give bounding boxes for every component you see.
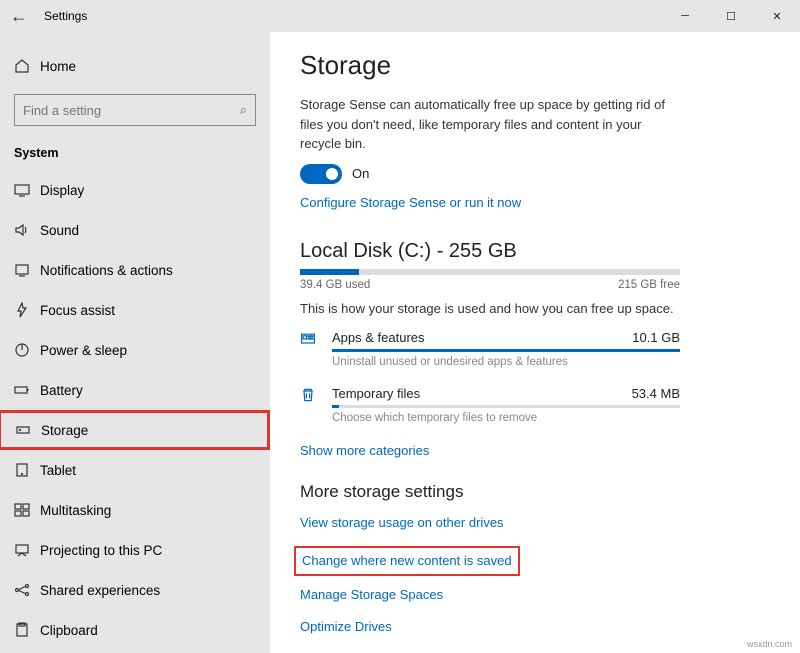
- view-storage-other-drives-link[interactable]: View storage usage on other drives: [300, 515, 504, 530]
- configure-storage-sense-link[interactable]: Configure Storage Sense or run it now: [300, 195, 521, 210]
- category-bar: [332, 405, 680, 408]
- battery-icon: [14, 382, 40, 398]
- nav-label: Projecting to this PC: [40, 543, 162, 558]
- sidebar-item-focus-assist[interactable]: Focus assist: [0, 290, 270, 330]
- show-more-categories-link[interactable]: Show more categories: [300, 443, 429, 458]
- disk-used-label: 39.4 GB used: [300, 279, 370, 291]
- content: Storage Storage Sense can automatically …: [270, 32, 800, 653]
- nav-label: Display: [40, 183, 84, 198]
- category-apps[interactable]: Apps & features 10.1 GB Uninstall unused…: [300, 330, 680, 368]
- search-input[interactable]: [23, 103, 240, 118]
- power-icon: [14, 342, 40, 358]
- sidebar-item-sound[interactable]: Sound: [0, 210, 270, 250]
- trash-icon: [300, 386, 332, 408]
- nav-label: Multitasking: [40, 503, 111, 518]
- category-bar: [332, 349, 680, 352]
- nav-label: Storage: [41, 423, 88, 438]
- page-title: Storage: [300, 50, 770, 81]
- close-button[interactable]: ✕: [754, 0, 800, 32]
- category-temp-files[interactable]: Temporary files 53.4 MB Choose which tem…: [300, 386, 680, 424]
- sidebar-item-notifications[interactable]: Notifications & actions: [0, 250, 270, 290]
- nav-label: Focus assist: [40, 303, 115, 318]
- sidebar-item-battery[interactable]: Battery: [0, 370, 270, 410]
- notifications-icon: [14, 262, 40, 278]
- sidebar-item-projecting[interactable]: Projecting to this PC: [0, 530, 270, 570]
- usage-description: This is how your storage is used and how…: [300, 301, 770, 316]
- shared-icon: [14, 582, 40, 598]
- nav-label: Sound: [40, 223, 79, 238]
- category-size: 53.4 MB: [632, 386, 680, 401]
- nav-label: Tablet: [40, 463, 76, 478]
- optimize-drives-link[interactable]: Optimize Drives: [300, 619, 392, 634]
- nav-label: Power & sleep: [40, 343, 127, 358]
- search-icon: ⌕: [240, 102, 247, 118]
- category-name: Apps & features: [332, 330, 425, 345]
- sound-icon: [14, 222, 40, 238]
- more-storage-heading: More storage settings: [300, 482, 770, 502]
- nav-label: Shared experiences: [40, 583, 160, 598]
- nav-label: Clipboard: [40, 623, 98, 638]
- sidebar-home-label: Home: [40, 59, 76, 74]
- disk-usage-bar: [300, 269, 680, 275]
- minimize-button[interactable]: ─: [662, 0, 708, 32]
- window-title: Settings: [44, 9, 87, 23]
- toggle-state-label: On: [352, 166, 369, 181]
- display-icon: [14, 182, 40, 198]
- tablet-icon: [14, 462, 40, 478]
- back-button[interactable]: ←: [10, 6, 40, 27]
- category-subtitle: Uninstall unused or undesired apps & fea…: [332, 356, 680, 368]
- titlebar: ← Settings ─ ☐ ✕: [0, 0, 800, 32]
- category-name: Temporary files: [332, 386, 420, 401]
- multitasking-icon: [14, 502, 40, 518]
- search-box[interactable]: ⌕: [14, 94, 256, 126]
- sidebar-section-label: System: [0, 140, 270, 170]
- attribution: wsxdn.com: [747, 639, 792, 649]
- storage-sense-toggle[interactable]: [300, 164, 342, 184]
- sidebar: Home ⌕ System Display Sound Notification…: [0, 32, 270, 653]
- home-icon: [14, 58, 40, 74]
- nav-label: Notifications & actions: [40, 263, 173, 278]
- apps-icon: [300, 330, 332, 352]
- storage-icon: [15, 422, 41, 438]
- sidebar-item-tablet[interactable]: Tablet: [0, 450, 270, 490]
- sidebar-item-clipboard[interactable]: Clipboard: [0, 610, 270, 650]
- focus-icon: [14, 302, 40, 318]
- manage-storage-spaces-link[interactable]: Manage Storage Spaces: [300, 587, 443, 602]
- maximize-button[interactable]: ☐: [708, 0, 754, 32]
- clipboard-icon: [14, 622, 40, 638]
- category-subtitle: Choose which temporary files to remove: [332, 412, 680, 424]
- sidebar-home[interactable]: Home: [0, 46, 270, 86]
- nav-label: Battery: [40, 383, 83, 398]
- projecting-icon: [14, 542, 40, 558]
- storage-sense-description: Storage Sense can automatically free up …: [300, 95, 670, 154]
- sidebar-item-display[interactable]: Display: [0, 170, 270, 210]
- change-content-location-link[interactable]: Change where new content is saved: [302, 553, 512, 568]
- sidebar-item-storage[interactable]: Storage: [0, 410, 270, 450]
- disk-free-label: 215 GB free: [618, 279, 680, 291]
- disk-title: Local Disk (C:) - 255 GB: [300, 240, 770, 263]
- category-size: 10.1 GB: [632, 330, 680, 345]
- sidebar-item-multitasking[interactable]: Multitasking: [0, 490, 270, 530]
- sidebar-item-shared[interactable]: Shared experiences: [0, 570, 270, 610]
- sidebar-item-power[interactable]: Power & sleep: [0, 330, 270, 370]
